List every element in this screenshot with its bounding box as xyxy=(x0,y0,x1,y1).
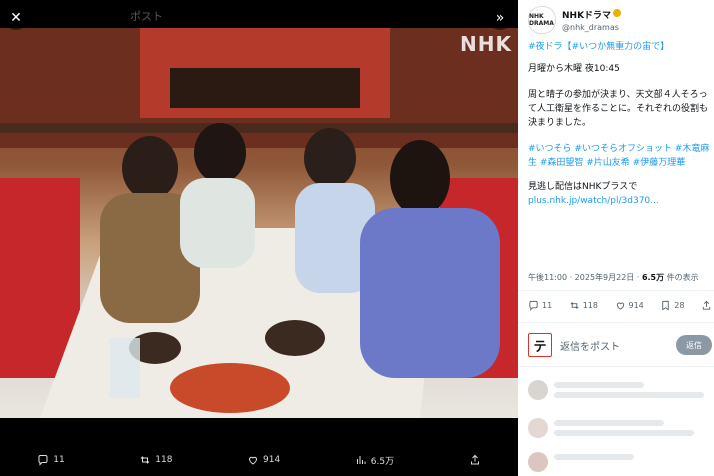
viewer-repost-count: 118 xyxy=(155,455,173,465)
like-button[interactable]: 914 xyxy=(615,300,644,311)
post-line-2: 月曜から木曜 夜10:45 xyxy=(528,64,620,74)
reply-input[interactable]: 返信をポスト xyxy=(560,338,676,353)
divider xyxy=(518,290,714,291)
bookmark-button[interactable]: 28 xyxy=(660,300,684,311)
share-icon xyxy=(470,454,479,465)
reply-icon xyxy=(38,455,48,466)
post-author: NHK DRAMA NHKドラマ @nhk_dramas xyxy=(528,6,622,34)
viewer-views-button[interactable]: 6.5万 xyxy=(355,454,394,467)
viewer-like-count: 914 xyxy=(263,455,281,465)
viewer-topbar: ✕ ポスト » xyxy=(0,0,518,36)
post-views-label: 件の表示 xyxy=(664,273,699,282)
repost-count: 118 xyxy=(582,301,598,310)
chevron-right-double-icon[interactable]: » xyxy=(488,6,512,30)
repost-button[interactable]: 118 xyxy=(569,300,598,311)
viewer-repost-button[interactable]: 118 xyxy=(139,454,172,466)
verified-badge-icon xyxy=(613,9,622,17)
viewer-views-count: 6.5万 xyxy=(370,456,395,467)
viewer-reply-count: 11 xyxy=(53,455,65,465)
photo-scene xyxy=(0,28,518,418)
blurred-reply xyxy=(528,380,712,400)
viewer-like-button[interactable]: 914 xyxy=(247,454,280,466)
share-icon xyxy=(702,300,711,310)
heart-icon xyxy=(616,302,624,310)
author-handle[interactable]: @nhk_dramas xyxy=(562,22,621,34)
user-avatar[interactable]: テ xyxy=(528,333,552,357)
media-viewer: NHK ✕ ポスト » 11 118 914 6.5万 xyxy=(0,0,518,476)
reply-composer: テ 返信をポスト 返信 xyxy=(528,332,712,358)
post-line-5: 見逃し配信はNHKプラスで xyxy=(528,182,638,192)
author-name[interactable]: NHKドラマ xyxy=(562,11,611,21)
analytics-icon xyxy=(356,456,366,464)
bookmark-icon xyxy=(662,300,670,311)
viewer-reply-button[interactable]: 11 xyxy=(37,454,65,466)
post-actions: 11 118 914 28 xyxy=(528,300,712,311)
blurred-reply xyxy=(528,452,712,472)
repost-icon xyxy=(140,456,150,464)
post-views-count: 6.5万 xyxy=(641,273,665,282)
divider xyxy=(518,322,714,323)
post-link[interactable]: plus.nhk.jp/watch/pl/3d370... xyxy=(528,194,710,208)
reply-button[interactable]: 11 xyxy=(528,300,552,311)
like-count: 914 xyxy=(628,301,644,310)
post-line-3: 周と晴子の参加が決まり、天文部４人そろって人工衛星を作ることに。それぞれの役割も… xyxy=(528,90,709,128)
post-photo[interactable]: NHK xyxy=(0,28,518,418)
blurred-reply xyxy=(528,418,712,438)
bookmark-count: 28 xyxy=(674,301,685,310)
share-button[interactable] xyxy=(701,300,712,311)
post-text: #夜ドラ【#いつか無重力の宙で】 月曜から木曜 夜10:45 周と晴子の参加が決… xyxy=(528,40,710,208)
heart-icon xyxy=(249,456,258,465)
post-hashtags[interactable]: #いつそら #いつそらオフショット #木竜麻生 #森田望智 #片山友希 #伊藤万… xyxy=(528,142,710,170)
author-avatar[interactable]: NHK DRAMA xyxy=(528,6,556,34)
post-timestamp[interactable]: 午後11:00 · 2025年9月22日 · xyxy=(528,273,642,282)
viewer-stats-bar: 11 118 914 6.5万 xyxy=(0,444,518,476)
post-meta: 午後11:00 · 2025年9月22日 · 6.5万 件の表示 xyxy=(528,272,699,283)
viewer-share-button[interactable] xyxy=(469,454,481,466)
reply-icon xyxy=(529,300,538,311)
post-line-1[interactable]: #夜ドラ【#いつか無重力の宙で】 xyxy=(528,40,710,54)
repost-icon xyxy=(570,302,579,309)
reply-count: 11 xyxy=(542,301,553,310)
post-detail-panel: NHK DRAMA NHKドラマ @nhk_dramas #夜ドラ【#いつか無重… xyxy=(518,0,714,476)
close-icon[interactable]: ✕ xyxy=(4,6,28,30)
reply-submit-button[interactable]: 返信 xyxy=(676,335,712,355)
viewer-title: ポスト xyxy=(130,10,163,23)
divider xyxy=(518,366,714,367)
